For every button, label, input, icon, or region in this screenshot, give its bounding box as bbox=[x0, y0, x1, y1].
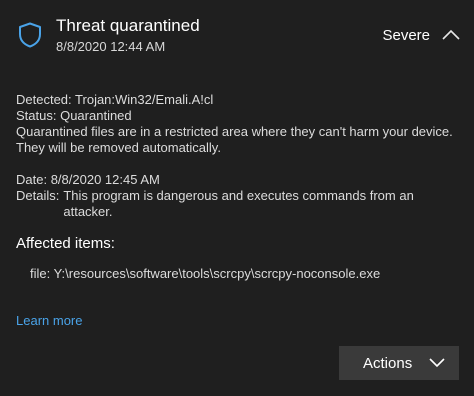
details-value: This program is dangerous and executes c… bbox=[63, 188, 414, 219]
affected-file-path: file: Y:\resources\software\tools\scrcpy… bbox=[30, 266, 381, 281]
learn-more-link[interactable]: Learn more bbox=[16, 313, 82, 328]
detected-value: Trojan:Win32/Emali.A!cl bbox=[75, 92, 214, 107]
shield-icon bbox=[19, 22, 41, 48]
threat-title: Threat quarantined bbox=[56, 16, 200, 35]
detected-label: Detected: bbox=[16, 92, 72, 107]
details-row: Details: This program is dangerous and e… bbox=[16, 188, 462, 220]
actions-button[interactable]: Actions bbox=[339, 346, 459, 380]
detected-row: Detected: Trojan:Win32/Emali.A!cl bbox=[16, 92, 462, 108]
severity-toggle[interactable]: Severe bbox=[382, 22, 460, 48]
threat-header[interactable]: Threat quarantined 8/8/2020 12:44 AM Sev… bbox=[0, 0, 474, 70]
actions-label: Actions bbox=[363, 354, 413, 372]
threat-details: Detected: Trojan:Win32/Emali.A!cl Status… bbox=[16, 92, 462, 220]
status-label: Status: bbox=[16, 108, 57, 123]
severity-label: Severe bbox=[382, 26, 430, 44]
status-row: Status: Quarantined bbox=[16, 108, 462, 124]
status-description-2: They will be removed automatically. bbox=[16, 140, 221, 155]
chevron-down-icon bbox=[429, 358, 445, 368]
details-label: Details: bbox=[16, 188, 60, 203]
chevron-up-icon bbox=[442, 29, 460, 40]
affected-items-heading: Affected items: bbox=[16, 235, 115, 252]
status-description-1: Quarantined files are in a restricted ar… bbox=[16, 124, 453, 139]
date-value: 8/8/2020 12:45 AM bbox=[50, 172, 160, 187]
date-label: Date: bbox=[16, 172, 48, 187]
threat-date: 8/8/2020 12:44 AM bbox=[56, 39, 166, 54]
date-row: Date: 8/8/2020 12:45 AM bbox=[16, 172, 462, 188]
status-value: Quarantined bbox=[60, 108, 132, 123]
